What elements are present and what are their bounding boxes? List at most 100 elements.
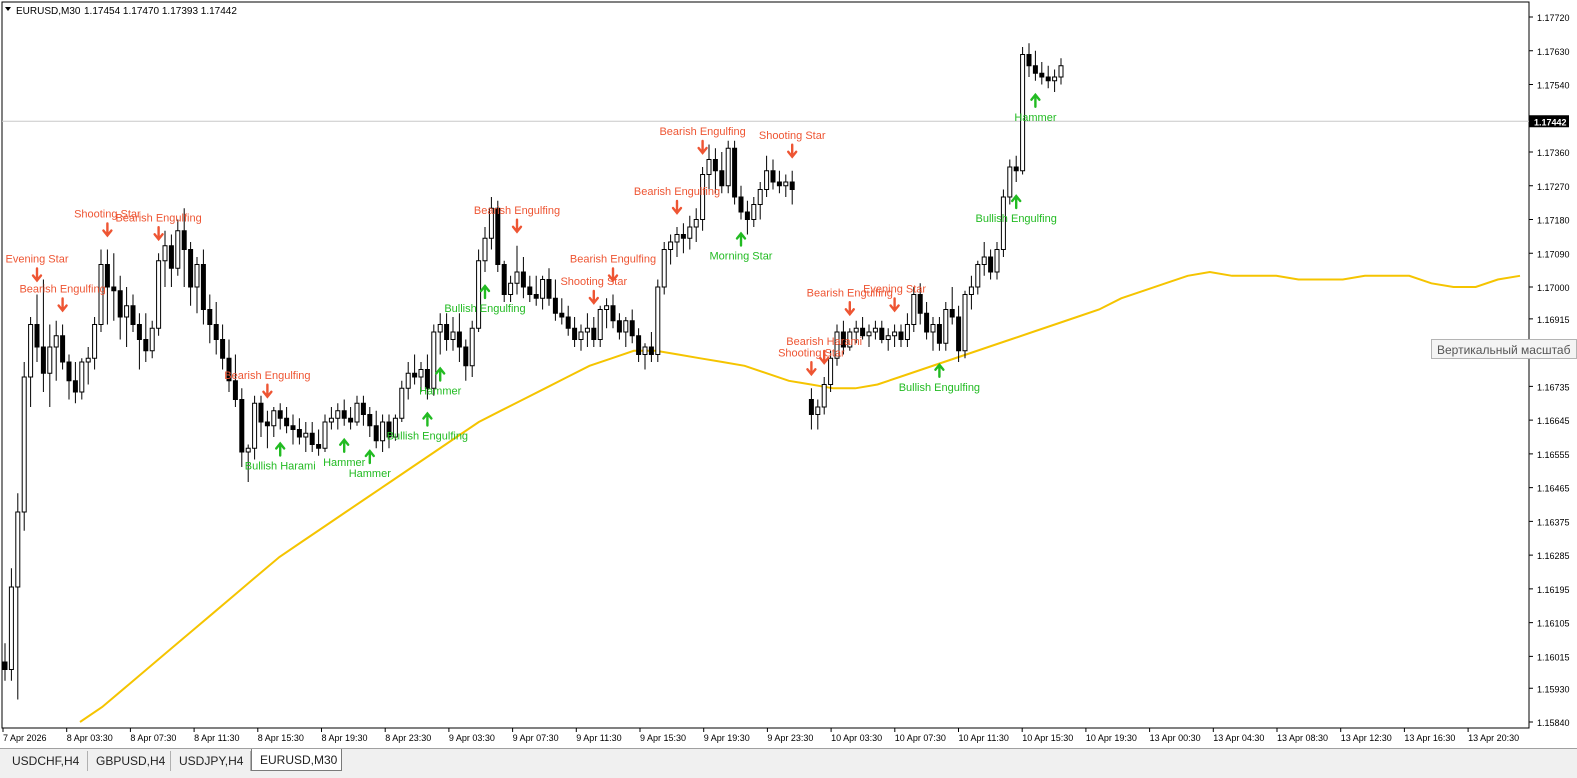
candle: [92, 317, 98, 370]
candle-body-bullish: [578, 331, 584, 340]
candle-body-bearish: [72, 380, 78, 393]
candle: [936, 317, 942, 351]
chart-menu-triangle-icon[interactable]: [5, 7, 11, 11]
candle-body-bearish: [316, 444, 322, 449]
candle: [348, 407, 354, 430]
candle-body-bullish: [15, 511, 21, 588]
candle-body-bullish: [764, 170, 770, 190]
candle-body-bullish: [156, 260, 162, 329]
candle: [706, 144, 712, 190]
candle: [40, 279, 46, 392]
arrow-down-icon: [844, 301, 855, 317]
time-tick-label: 8 Apr 03:30: [67, 733, 113, 743]
candle: [309, 422, 315, 452]
candle-body-bearish: [949, 309, 955, 318]
candle-body-bullish: [303, 432, 309, 438]
candle: [1039, 62, 1045, 85]
candle: [808, 388, 814, 430]
price-tick-label: 1.16105: [1537, 619, 1570, 629]
candle-body-bullish: [623, 320, 629, 333]
candle-body-bullish: [252, 402, 258, 449]
candle: [60, 324, 66, 370]
candle: [111, 253, 117, 321]
candle-body-bearish: [290, 425, 296, 430]
pattern-marker: Evening Star: [6, 254, 69, 283]
candle-body-bearish: [277, 410, 283, 419]
candle-body-bullish: [815, 406, 821, 415]
candle: [668, 234, 674, 265]
time-tick-label: 13 Apr 08:30: [1277, 733, 1328, 743]
pattern-label: Bullish Engulfing: [976, 213, 1057, 225]
candle-body-bearish: [572, 327, 578, 340]
candle: [277, 403, 283, 430]
candle: [354, 395, 360, 426]
candle-body-bearish: [296, 429, 302, 438]
time-tick-label: 13 Apr 20:30: [1468, 733, 1519, 743]
candle: [501, 260, 507, 302]
candle: [1045, 65, 1051, 89]
pattern-label: Hammer: [323, 457, 366, 469]
tab-usdjpy-h4[interactable]: USDJPY,H4: [171, 751, 251, 771]
candle-body-bullish: [661, 249, 667, 288]
candle: [405, 362, 411, 400]
candle-body-bearish: [360, 402, 366, 415]
arrow-down-icon: [787, 143, 798, 159]
candle-body-bearish: [898, 331, 904, 340]
price-tick-label: 1.16375: [1537, 517, 1570, 527]
candle: [1032, 50, 1038, 81]
candle: [188, 242, 194, 306]
candle: [508, 275, 514, 302]
candle-body-bearish: [520, 271, 526, 288]
candle: [450, 317, 456, 351]
candle-body-bullish: [271, 410, 277, 427]
time-tick-label: 10 Apr 15:30: [1022, 733, 1073, 743]
candlestick-chart-canvas[interactable]: Evening Star Bearish Engulfing Shooting St…: [0, 0, 1577, 748]
pattern-marker: Shooting Star: [759, 130, 826, 159]
candle-body-bearish: [719, 170, 725, 187]
candle-body-bullish: [885, 335, 891, 340]
candle: [700, 167, 706, 231]
tab-gbpusd-h4[interactable]: GBPUSD,H4: [88, 751, 171, 771]
candle: [373, 410, 379, 449]
candle-body-bearish: [168, 245, 174, 269]
candle: [629, 309, 635, 344]
candle-body-bullish: [335, 410, 341, 419]
price-tick-label: 1.16555: [1537, 450, 1570, 460]
candle: [143, 313, 149, 362]
candle-body-bullish: [328, 417, 334, 423]
candle: [770, 159, 776, 190]
arrow-down-icon: [889, 297, 900, 313]
arrow-down-icon: [697, 139, 708, 155]
candle-body-bearish: [239, 399, 245, 453]
chart-tabs-bar: USDCHF,H4 GBPUSD,H4 USDJPY,H4 EURUSD,M30: [0, 748, 1577, 778]
candle: [156, 253, 162, 336]
candle: [66, 354, 72, 400]
candle-body-bullish: [706, 159, 712, 175]
arrow-up-icon: [275, 441, 286, 457]
time-tick-label: 10 Apr 11:30: [959, 733, 1009, 743]
arrow-up-icon: [479, 284, 491, 300]
pattern-marker: Shooting Star: [778, 347, 845, 377]
price-tick-label: 1.17630: [1537, 47, 1570, 57]
current-price-label: 1.17442: [1534, 117, 1567, 127]
candle-body-bullish: [28, 324, 34, 378]
candle-body-bullish: [124, 305, 130, 318]
pattern-label: Bearish Engulfing: [474, 205, 560, 217]
candle: [904, 313, 910, 347]
candle-body-bullish: [757, 189, 763, 205]
arrow-up-icon: [1030, 92, 1041, 108]
candle: [21, 362, 27, 531]
candle-body-bearish: [808, 399, 814, 415]
candle-body-bullish: [655, 286, 661, 355]
price-chart[interactable]: Evening Star Bearish Engulfing Shooting St…: [0, 0, 1577, 748]
pattern-label: Bullish Engulfing: [387, 431, 468, 443]
candle-body-bearish: [789, 181, 795, 190]
candle-body-bearish: [879, 327, 885, 340]
candle-body-bullish: [476, 260, 482, 329]
candle-body-bearish: [264, 421, 270, 427]
tab-eurusd-m30[interactable]: EURUSD,M30: [251, 749, 342, 771]
candle: [47, 324, 53, 407]
time-tick-label: 10 Apr 19:30: [1086, 733, 1137, 743]
candle: [124, 287, 130, 347]
tab-usdchf-h4[interactable]: USDCHF,H4: [4, 751, 88, 771]
